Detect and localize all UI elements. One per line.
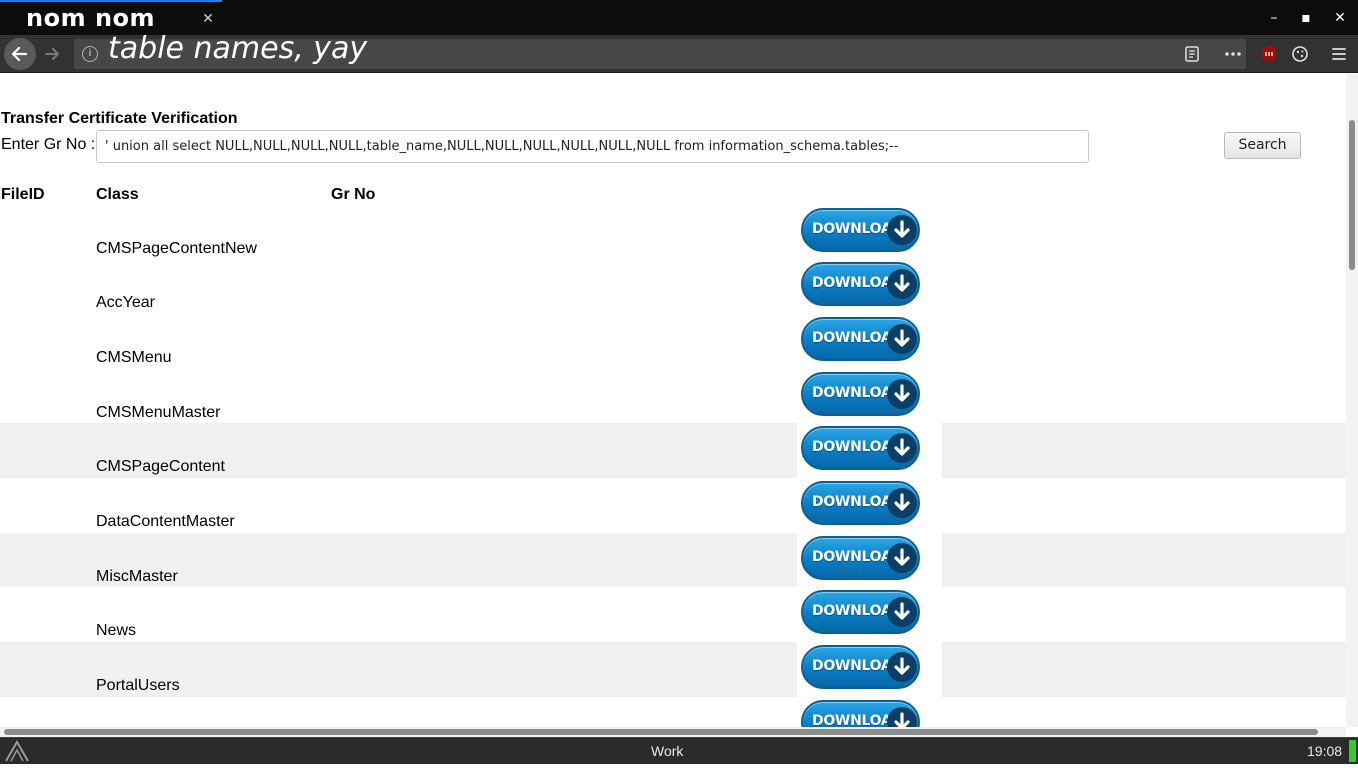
web-page: Transfer Certificate Verification Enter … (0, 74, 1346, 727)
download-arrow-icon (887, 597, 917, 628)
table-row: CMSPageContent DOWNLOAD (0, 423, 1346, 478)
reader-view-icon[interactable] (1180, 42, 1204, 66)
header-grno: Gr No (331, 186, 376, 203)
start-menu-icon[interactable] (4, 739, 30, 763)
menu-icon[interactable] (1327, 42, 1351, 66)
table-row: CMSMenu DOWNLOAD (0, 313, 1346, 369)
download-button[interactable]: DOWNLOAD (801, 262, 920, 307)
tab-bar: nom nom ✕ – ▪ ✕ (0, 0, 1358, 35)
download-arrow-icon (887, 214, 917, 245)
more-actions-icon[interactable] (1221, 42, 1245, 66)
back-icon[interactable] (4, 38, 36, 70)
row-class-name: CMSPageContentNew (96, 239, 257, 257)
table-row: DataContentMaster DOWNLOAD (0, 478, 1346, 533)
forward-icon[interactable] (40, 41, 66, 67)
download-button[interactable]: DOWNLOAD (801, 645, 920, 690)
row-class-name: AccYear (96, 294, 155, 312)
row-class-name: CMSMenu (96, 348, 172, 366)
close-window-icon[interactable]: ✕ (1330, 8, 1350, 28)
maximize-icon[interactable]: ▪ (1296, 8, 1316, 28)
download-cell: DOWNLOAD (797, 204, 942, 260)
download-cell: DOWNLOAD (797, 478, 942, 533)
table-row: MiscMaster DOWNLOAD (0, 532, 1346, 588)
navigation-bar: i table names, yay (0, 31, 1358, 73)
download-button[interactable]: DOWNLOAD (801, 590, 920, 635)
download-arrow-icon (887, 378, 917, 409)
row-class-name: News (96, 622, 137, 640)
url-text: table names, yay (108, 31, 368, 66)
table-row: AccYear DOWNLOAD (0, 259, 1346, 314)
browser-tab[interactable]: nom nom ✕ (0, 0, 222, 35)
ublock-icon[interactable] (1257, 42, 1281, 66)
row-class-name: CMSPageContent (96, 458, 225, 476)
download-arrow-icon (887, 652, 917, 683)
page-title: Transfer Certificate Verification (1, 110, 238, 127)
minimize-icon[interactable]: – (1264, 8, 1284, 28)
download-cell: DOWNLOAD (797, 587, 942, 643)
download-button[interactable]: DOWNLOAD (801, 535, 920, 580)
download-arrow-icon (887, 706, 917, 727)
battery-indicator (1349, 740, 1356, 762)
download-button[interactable]: DOWNLOAD (801, 371, 920, 416)
download-arrow-icon (887, 433, 917, 464)
vertical-scrollbar[interactable] (1346, 74, 1358, 727)
tab-title: nom nom (26, 4, 156, 32)
table-row: CMSPageContentNew DOWNLOAD (0, 204, 1346, 260)
header-fileid: FileID (1, 186, 45, 203)
row-class-name: DataContentMaster (96, 513, 235, 530)
horizontal-scroll-thumb[interactable] (4, 729, 1318, 735)
row-class-name: MiscMaster (96, 567, 178, 585)
download-arrow-icon (887, 323, 917, 354)
download-arrow-icon (887, 488, 917, 518)
table-row: PortalUsers DOWNLOAD (0, 642, 1346, 697)
download-button[interactable]: DOWNLOAD (801, 207, 920, 252)
horizontal-scrollbar[interactable] (0, 727, 1346, 737)
cookie-icon[interactable] (1288, 42, 1312, 66)
url-bar[interactable]: i table names, yay (74, 31, 1246, 69)
download-cell: DOWNLOAD (797, 259, 942, 314)
download-cell: DOWNLOAD (797, 423, 942, 478)
workspace-label[interactable]: Work (651, 743, 683, 759)
gr-label: Enter Gr No : (1, 136, 96, 153)
table-row: DOWNLOAD (0, 696, 1346, 727)
download-arrow-icon (887, 269, 917, 300)
download-cell: DOWNLOAD (797, 532, 942, 588)
tab-close-icon[interactable]: ✕ (200, 10, 216, 26)
download-button[interactable]: DOWNLOAD (801, 426, 920, 471)
search-button[interactable]: Search (1224, 132, 1301, 159)
download-button[interactable]: DOWNLOAD (801, 481, 920, 525)
download-cell: DOWNLOAD (797, 642, 942, 697)
taskbar: Work 19:08 (0, 737, 1358, 764)
download-button[interactable]: DOWNLOAD (801, 316, 920, 361)
row-class-name: CMSMenuMaster (96, 403, 221, 421)
clock: 19:08 (1307, 743, 1343, 759)
table-row: News DOWNLOAD (0, 587, 1346, 643)
download-cell: DOWNLOAD (797, 368, 942, 424)
download-cell: DOWNLOAD (797, 696, 942, 727)
download-button[interactable]: DOWNLOAD (801, 699, 920, 727)
header-class: Class (96, 186, 139, 203)
table-row: CMSMenuMaster DOWNLOAD (0, 368, 1346, 424)
download-arrow-icon (887, 542, 917, 573)
info-icon[interactable]: i (82, 46, 98, 62)
row-class-name: PortalUsers (96, 677, 180, 695)
download-cell: DOWNLOAD (797, 313, 942, 369)
vertical-scroll-thumb[interactable] (1349, 120, 1355, 270)
gr-input[interactable]: ' union all select NULL,NULL,NULL,NULL,t… (96, 130, 1089, 163)
